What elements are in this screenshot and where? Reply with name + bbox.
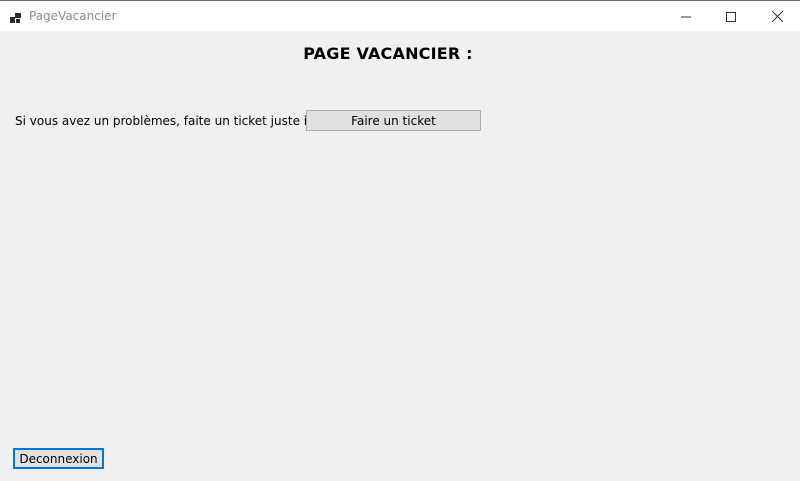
window-title: PageVacancier: [29, 9, 117, 23]
close-icon: [771, 7, 783, 26]
minimize-button[interactable]: [663, 1, 709, 31]
app-window: PageVacancier PAGE VACANCIER : Si vous a…: [0, 0, 800, 481]
maximize-button[interactable]: [708, 1, 754, 31]
logout-button[interactable]: Deconnexion: [13, 448, 104, 469]
ticket-help-label: Si vous avez un problèmes, faite un tick…: [15, 114, 325, 128]
create-ticket-button[interactable]: Faire un ticket: [306, 110, 481, 131]
title-bar[interactable]: PageVacancier: [0, 1, 800, 31]
app-form-icon: [10, 9, 22, 23]
close-button[interactable]: [754, 1, 800, 31]
maximize-icon: [726, 7, 736, 26]
minimize-icon: [681, 7, 691, 26]
page-title: PAGE VACANCIER :: [303, 44, 473, 63]
